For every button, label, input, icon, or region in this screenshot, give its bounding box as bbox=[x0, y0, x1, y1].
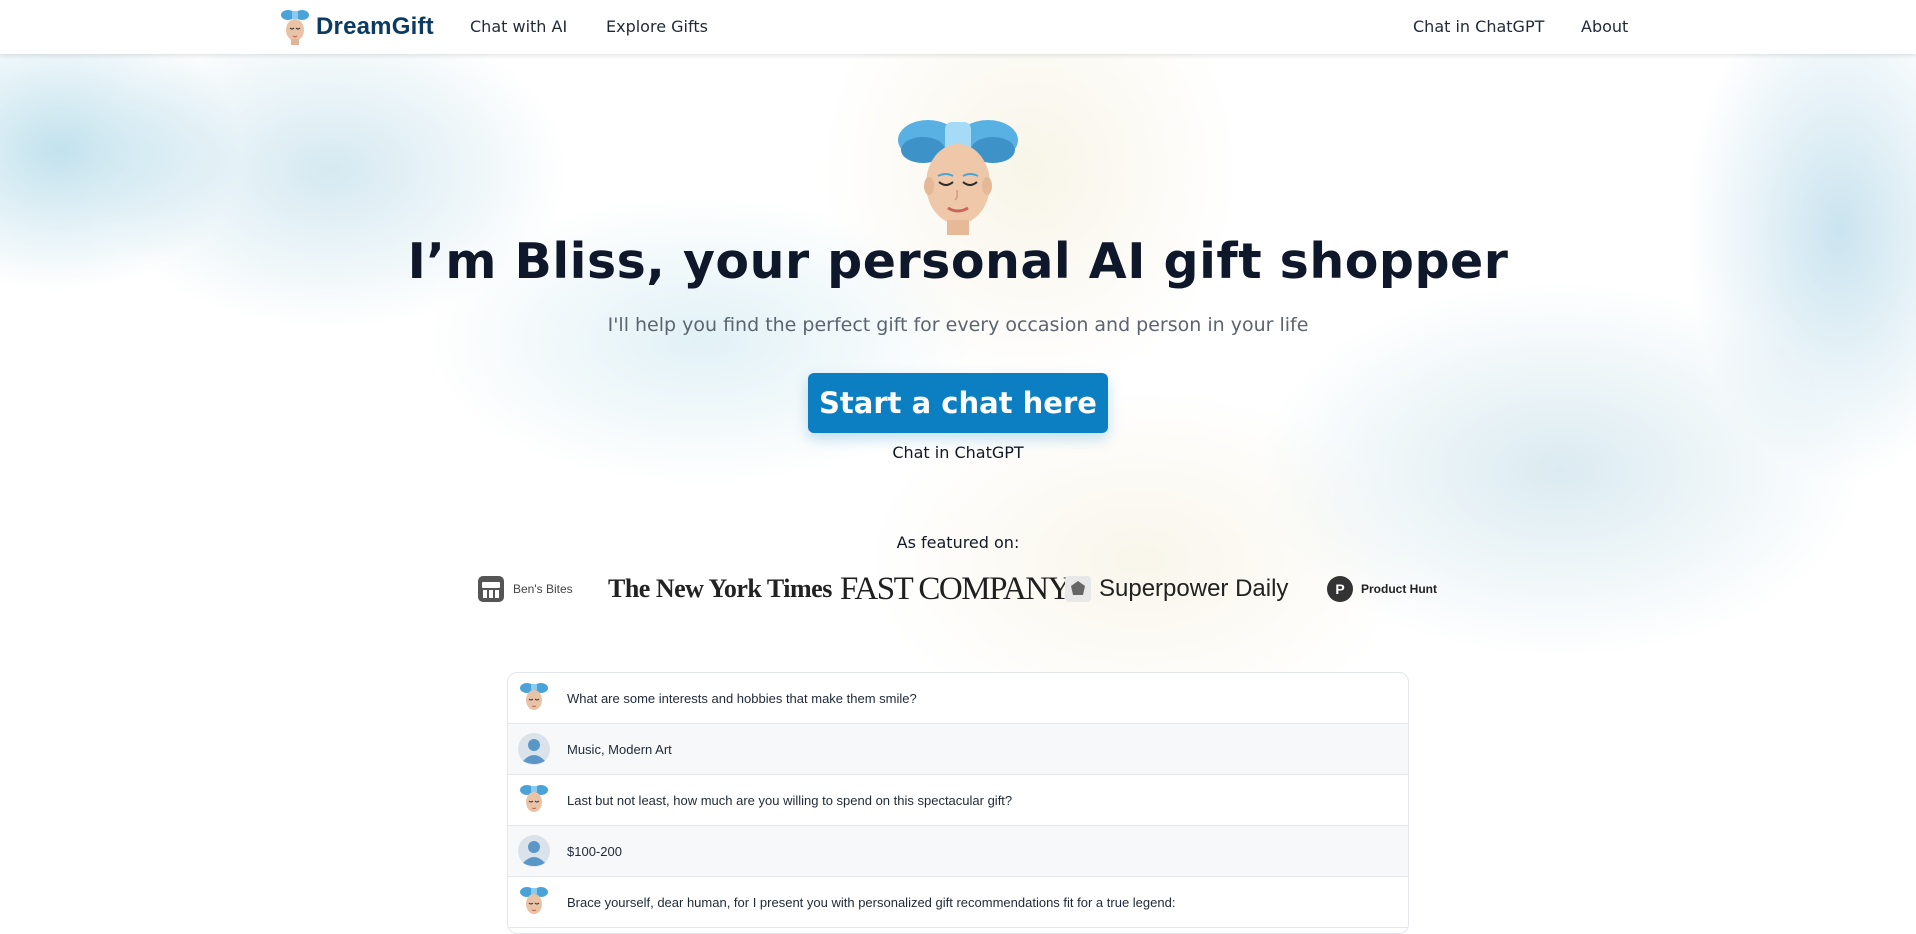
nav-chat-with-ai[interactable]: Chat with AI bbox=[470, 17, 567, 36]
bliss-avatar-small-icon bbox=[518, 682, 550, 714]
nav-chat-in-chatgpt[interactable]: Chat in ChatGPT bbox=[1413, 17, 1544, 36]
product-hunt-icon: P bbox=[1327, 576, 1353, 602]
nav-about[interactable]: About bbox=[1581, 17, 1628, 36]
chat-message-text: $100-200 bbox=[567, 843, 622, 859]
chat-message-user: $100-200 bbox=[508, 826, 1408, 877]
nyt-logo: The New York Times bbox=[608, 568, 832, 610]
bliss-logo-icon bbox=[281, 10, 309, 45]
bens-bites-logo: Ben's Bites bbox=[477, 568, 573, 610]
chat-preview: What are some interests and hobbies that… bbox=[507, 672, 1409, 934]
product-hunt-logo: P Product Hunt bbox=[1327, 568, 1437, 610]
product-hunt-text: Product Hunt bbox=[1361, 582, 1437, 596]
bens-bites-text: Ben's Bites bbox=[513, 582, 573, 596]
brand-name: DreamGift bbox=[316, 13, 434, 40]
cta-secondary: Chat in ChatGPT bbox=[0, 443, 1916, 462]
hero-title: I’m Bliss, your personal AI gift shopper bbox=[407, 233, 1509, 290]
fast-company-logo: FAST COMPANY bbox=[840, 568, 1071, 610]
chat-message-bot: Brace yourself, dear human, for I presen… bbox=[508, 877, 1408, 928]
user-avatar-icon bbox=[518, 835, 550, 867]
superpower-daily-icon bbox=[1065, 576, 1091, 602]
top-nav: DreamGift Chat with AI Explore Gifts Cha… bbox=[0, 0, 1916, 54]
chat-message-text: Music, Modern Art bbox=[567, 741, 672, 757]
chat-in-chatgpt-link[interactable]: Chat in ChatGPT bbox=[892, 443, 1023, 462]
chat-message-bot: Last but not least, how much are you wil… bbox=[508, 775, 1408, 826]
chat-message-user: Music, Modern Art bbox=[508, 724, 1408, 775]
svg-text:P: P bbox=[1335, 581, 1344, 597]
nyt-text: The New York Times bbox=[608, 574, 832, 603]
superpower-daily-text: Superpower Daily bbox=[1099, 575, 1289, 602]
user-avatar-icon bbox=[518, 733, 550, 765]
bliss-avatar-image bbox=[898, 120, 1018, 235]
fast-company-text: FAST COMPANY bbox=[840, 570, 1071, 607]
start-chat-button[interactable]: Start a chat here bbox=[808, 373, 1108, 433]
brand-logo-link[interactable]: DreamGift bbox=[278, 8, 434, 46]
chat-message-text: Last but not least, how much are you wil… bbox=[567, 792, 1013, 808]
bliss-avatar-small-icon bbox=[518, 784, 550, 816]
chat-message-text: What are some interests and hobbies that… bbox=[567, 690, 917, 706]
bliss-avatar-small-icon bbox=[518, 886, 550, 918]
superpower-daily-logo: Superpower Daily bbox=[1065, 568, 1288, 610]
featured-label: As featured on: bbox=[896, 533, 1020, 552]
chat-message-bot: What are some interests and hobbies that… bbox=[508, 673, 1408, 724]
chat-message-text: Brace yourself, dear human, for I presen… bbox=[567, 894, 1176, 910]
bens-bites-icon bbox=[478, 576, 504, 602]
nav-explore-gifts[interactable]: Explore Gifts bbox=[606, 17, 708, 36]
bliss-avatar bbox=[893, 110, 1023, 239]
hero-subtitle: I'll help you find the perfect gift for … bbox=[607, 314, 1309, 336]
